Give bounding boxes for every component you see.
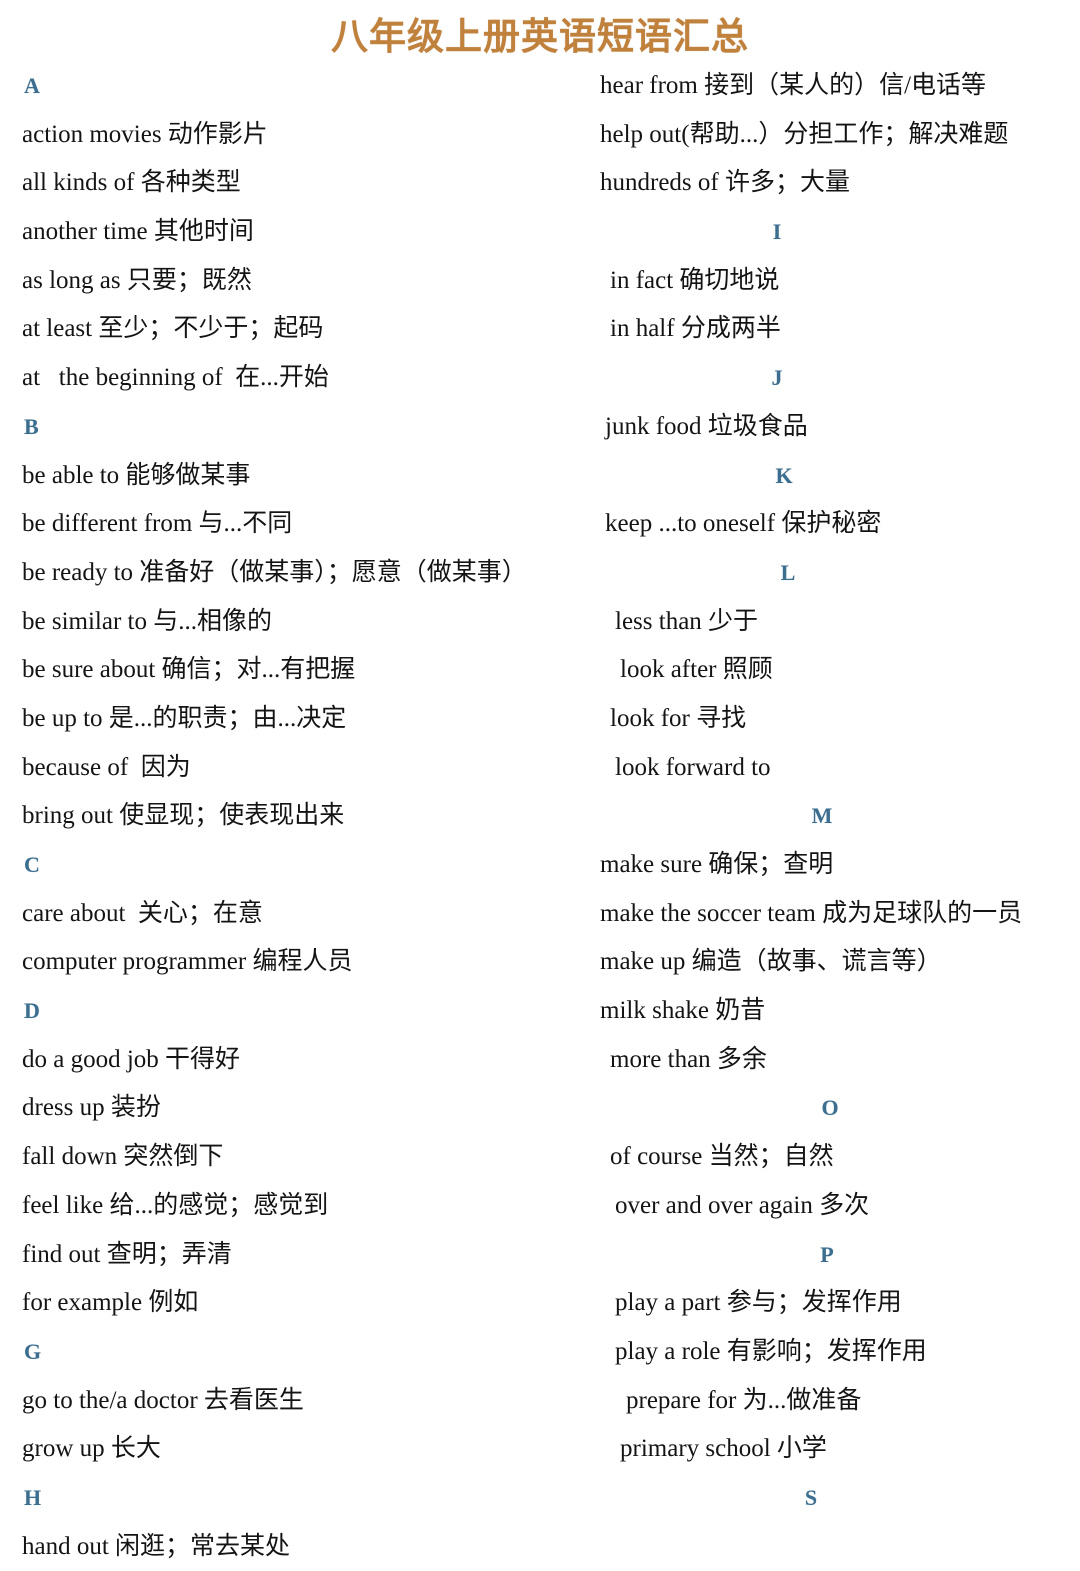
phrase-entry: be up to 是...的职责；由...决定 <box>22 704 347 732</box>
left-column: Aaction movies 动作影片 all kinds of 各种类型 anot… <box>0 62 560 1571</box>
section-letter-s: S <box>804 1484 818 1510</box>
phrase-entry: all kinds of 各种类型 <box>22 169 241 197</box>
phrase-entry: make the soccer team 成为足球队的一员 <box>600 899 1023 927</box>
phrase-entry: computer programmer 编程人员 <box>22 948 353 976</box>
phrase-entry: hundreds of 许多；大量 <box>600 169 850 197</box>
phrase-entry: grow up 长大 <box>22 1435 161 1463</box>
phrase-entry: another time 其他时间 <box>22 218 254 246</box>
section-letter-g: G <box>24 1338 42 1364</box>
section-letter-b: B <box>24 413 39 439</box>
phrase-entry: action movies 动作影片 <box>22 120 268 148</box>
phrase-entry: look after 照顾 <box>620 656 773 684</box>
section-letter-d: D <box>24 998 40 1024</box>
phrase-entry: prepare for 为...做准备 <box>626 1386 862 1414</box>
section-letter-l: L <box>780 559 796 585</box>
phrase-entry: care about 关心；在意 <box>22 899 263 927</box>
phrase-entry: less than 少于 <box>615 607 759 635</box>
right-column: hear from 接到（某人的）信/电话等 help out(帮助...）分担工… <box>560 62 1080 1523</box>
phrase-entry: be different from 与...不同 <box>22 510 293 538</box>
page-root: 八年级上册英语短语汇总 Aaction movies 动作影片 all kinds… <box>0 0 1080 1560</box>
phrase-entry: hear from 接到（某人的）信/电话等 <box>600 72 987 99</box>
phrase-entry: play a part 参与；发挥作用 <box>615 1289 902 1317</box>
phrase-entry: primary school 小学 <box>620 1435 827 1463</box>
phrase-entry: at the beginning of 在...开始 <box>22 364 329 392</box>
phrase-entry: be ready to 准备好（做某事）；愿意（做某事） <box>22 558 527 586</box>
phrase-entry: feel like 给...的感觉；感觉到 <box>22 1191 329 1219</box>
phrase-entry: of course 当然；自然 <box>610 1143 834 1171</box>
section-letter-c: C <box>24 852 40 877</box>
phrase-entry: more than 多余 <box>610 1045 767 1073</box>
phrase-entry: play a role 有影响；发挥作用 <box>615 1337 927 1365</box>
phrase-entry: as long as 只要；既然 <box>22 266 252 294</box>
phrase-entry: be able to 能够做某事 <box>22 461 251 489</box>
phrase-entry: milk shake 奶昔 <box>600 997 766 1025</box>
phrase-entry: at least 至少；不少于；起码 <box>22 315 324 343</box>
phrase-entry: in fact 确切地说 <box>610 266 780 294</box>
page-title: 八年级上册英语短语汇总 <box>331 17 749 58</box>
section-letter-p: P <box>820 1241 834 1267</box>
phrase-entry: fall down 突然倒下 <box>22 1143 224 1171</box>
phrase-entry: junk food 垃圾食品 <box>605 412 808 440</box>
phrase-entry: make sure 确保；查明 <box>600 851 834 878</box>
section-letter-m: M <box>811 803 833 829</box>
section-letter-h: H <box>24 1484 42 1510</box>
phrase-entry: bring out 使显现；使表现出来 <box>22 802 345 830</box>
section-letter-k: K <box>775 462 793 488</box>
phrase-entry: dress up 装扮 <box>22 1094 161 1122</box>
phrase-entry: do a good job 干得好 <box>22 1045 241 1073</box>
phrase-entry: hand out 闲逛；常去某处 <box>22 1532 291 1560</box>
section-letter-i: I <box>772 219 782 245</box>
phrase-entry: in half 分成两半 <box>610 315 781 343</box>
section-letter-j: J <box>771 365 783 391</box>
phrase-entry: make up 编造（故事、谎言等） <box>600 948 942 976</box>
phrase-entry: be similar to 与...相像的 <box>22 607 272 635</box>
phrase-entry: help out(帮助...）分担工作；解决难题 <box>600 120 1009 148</box>
section-letter-o: O <box>821 1095 839 1121</box>
phrase-entry: find out 查明；弄清 <box>22 1240 232 1268</box>
section-letter-a: A <box>24 73 40 98</box>
phrase-entry: because of 因为 <box>22 753 191 781</box>
phrase-entry: keep ...to oneself 保护秘密 <box>605 510 882 538</box>
phrase-entry: over and over again 多次 <box>615 1191 870 1219</box>
phrase-entry: go to the/a doctor 去看医生 <box>22 1386 304 1414</box>
phrase-entry: for example 例如 <box>22 1289 199 1317</box>
phrase-entry: look for 寻找 <box>610 704 747 732</box>
phrase-entry: be sure about 确信；对...有把握 <box>22 656 356 684</box>
phrase-entry: look forward to <box>615 753 771 781</box>
